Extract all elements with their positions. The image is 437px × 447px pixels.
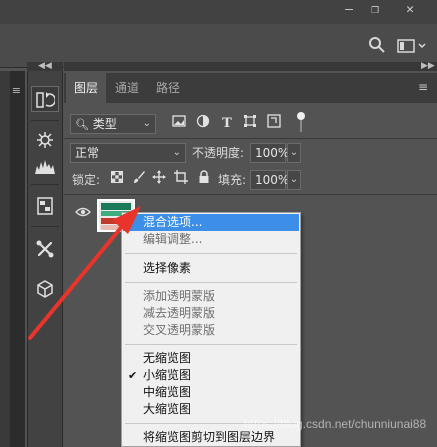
filter-smartobject-icon[interactable] <box>265 114 283 134</box>
menu-item-small-thumbnail-label: 小缩览图 <box>143 368 192 382</box>
search-icon[interactable] <box>368 36 386 54</box>
filter-type-icon[interactable]: T <box>218 114 236 134</box>
chevron-down-icon: ⌄ <box>172 147 181 158</box>
menu-item-add-transparency-mask[interactable]: 添加透明蒙版 <box>123 288 299 305</box>
filter-kind-label: 类型 <box>92 117 117 131</box>
panel-divider <box>64 194 437 195</box>
blend-mode-select[interactable]: 正常 ⌄ <box>70 143 186 163</box>
toolbar-divider <box>31 184 59 185</box>
watermark: https://blog.csdn.net/chunniunai88 <box>244 417 427 431</box>
collapse-arrows-icon: ◀◀ <box>38 61 52 71</box>
filter-toggle[interactable] <box>296 112 306 134</box>
tab-layers[interactable]: 图层 <box>66 73 107 103</box>
close-button[interactable]: ✕ <box>397 0 423 22</box>
toolbar-divider <box>31 120 59 121</box>
3d-icon[interactable] <box>31 276 59 302</box>
chevron-down-icon: ⌄ <box>142 118 151 129</box>
panel-menu-icon[interactable]: ≡ <box>418 81 432 93</box>
filter-adjustment-icon[interactable] <box>194 114 212 134</box>
lock-pixels-brush-icon[interactable] <box>130 170 148 190</box>
menu-separator <box>125 344 297 345</box>
tab-paths[interactable]: 路径 <box>148 73 188 103</box>
layer-context-menu: 混合选项... 编辑调整... 选择像素 添加透明蒙版 减去透明蒙版 交叉透明蒙… <box>121 212 301 447</box>
brush-settings-icon[interactable] <box>31 127 59 153</box>
fill-input[interactable]: 100% <box>250 170 289 190</box>
minimize-button[interactable]: — <box>336 0 362 22</box>
toolbar-collapse-strip[interactable]: ◀◀ <box>27 62 63 71</box>
menu-item-large-thumbnail[interactable]: 大缩览图 <box>123 401 299 418</box>
menu-item-subtract-transparency-mask[interactable]: 减去透明蒙版 <box>123 305 299 322</box>
opacity-label: 不透明度: <box>192 146 245 160</box>
filter-shape-icon[interactable] <box>241 114 259 134</box>
toolbar-divider <box>31 226 59 227</box>
menu-separator <box>125 253 297 254</box>
menu-item-blending-options[interactable]: 混合选项... <box>123 214 299 231</box>
panel-collapse-strip[interactable]: ▶▶ <box>64 62 437 71</box>
menu-item-small-thumbnail[interactable]: ✔ 小缩览图 <box>123 367 299 384</box>
menu-item-no-thumbnail[interactable]: 无缩览图 <box>123 350 299 367</box>
fill-label: 填充: <box>218 173 247 187</box>
menu-item-medium-thumbnail[interactable]: 中缩览图 <box>123 384 299 401</box>
adjustments-icon[interactable] <box>31 193 59 219</box>
expand-arrows-icon: ▶▶ <box>421 61 435 71</box>
panel-divider <box>64 138 437 139</box>
workspace-icon[interactable] <box>397 38 427 54</box>
fill-dropdown-button[interactable]: ⌄ <box>287 170 301 190</box>
menu-separator <box>125 282 297 283</box>
menu-item-clip-thumbnail-to-bounds[interactable]: 将缩览图剪切到图层边界 <box>123 429 299 446</box>
eye-visibility-icon[interactable] <box>74 206 92 224</box>
menu-item-select-pixels[interactable]: 选择像素 <box>123 260 299 277</box>
lock-artboard-crop-icon[interactable] <box>172 170 190 190</box>
opacity-input[interactable]: 100% <box>250 143 289 163</box>
filter-kind-select[interactable]: 🔍︎ 类型 ⌄ <box>70 114 156 134</box>
tools-icon[interactable] <box>31 236 59 262</box>
filter-pixel-icon[interactable] <box>170 114 188 134</box>
restore-button[interactable]: ❐ <box>362 0 388 22</box>
lock-label: 锁定: <box>72 173 101 187</box>
menu-item-intersect-transparency-mask[interactable]: 交叉透明蒙版 <box>123 322 299 339</box>
menu-item-edit-adjustment[interactable]: 编辑调整... <box>123 231 299 248</box>
tab-channels[interactable]: 通道 <box>107 73 147 103</box>
histogram-icon[interactable] <box>31 153 59 179</box>
filter-search-icon: 🔍︎ <box>75 118 89 131</box>
blend-mode-value: 正常 <box>75 146 100 160</box>
lock-all-icon[interactable] <box>195 170 213 190</box>
opacity-dropdown-button[interactable]: ⌄ <box>287 143 301 163</box>
thumbnail-stripe <box>101 203 131 210</box>
doc-menu-icon[interactable]: ≡ <box>0 84 25 98</box>
document-ruler <box>0 71 10 447</box>
lock-transparent-icon[interactable] <box>108 170 126 190</box>
history-icon[interactable] <box>31 86 59 112</box>
lock-position-move-icon[interactable] <box>150 170 168 190</box>
checkmark-icon: ✔ <box>128 369 138 382</box>
